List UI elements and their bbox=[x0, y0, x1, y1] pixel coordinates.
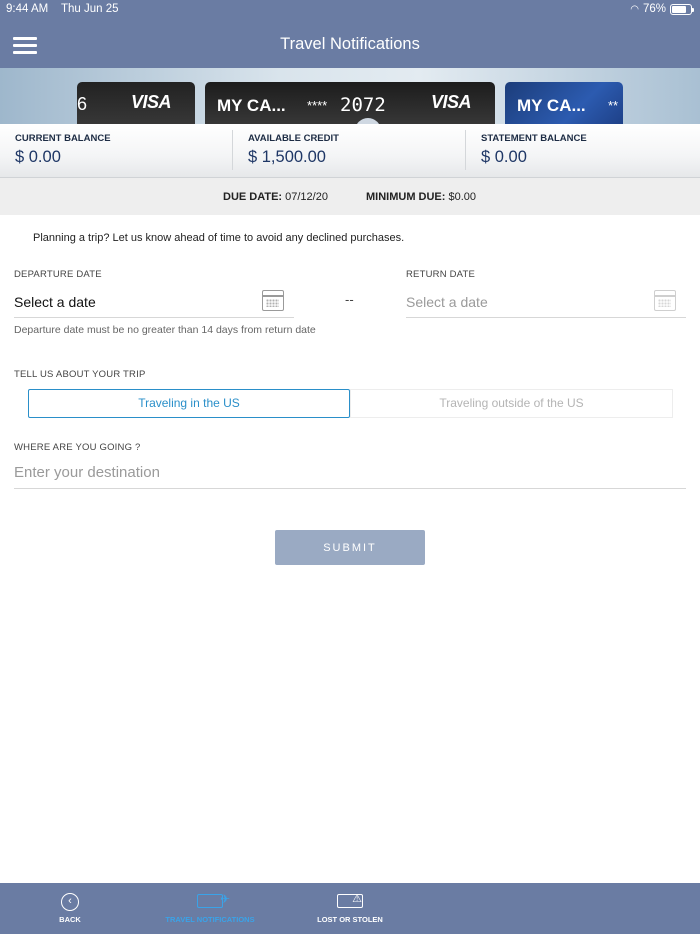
return-date-label: RETURN DATE bbox=[406, 269, 476, 280]
destination-underline bbox=[14, 488, 686, 489]
battery-icon bbox=[670, 3, 694, 15]
departure-calendar-icon[interactable] bbox=[262, 290, 284, 311]
divider bbox=[232, 130, 233, 170]
statement-balance-label: STATEMENT BALANCE bbox=[481, 133, 587, 144]
card-mask: ** bbox=[608, 98, 619, 113]
return-calendar-icon[interactable] bbox=[654, 290, 676, 311]
current-balance-label: CURRENT BALANCE bbox=[15, 133, 111, 144]
tab-lost-label: LOST OR STOLEN bbox=[317, 915, 383, 924]
card-previous[interactable]: 6 VISA bbox=[77, 82, 195, 124]
return-date-field[interactable]: Select a date bbox=[406, 294, 488, 310]
card-mask: **** bbox=[307, 98, 328, 113]
current-balance-value: $ 0.00 bbox=[15, 148, 61, 166]
card-name: MY CA... bbox=[217, 96, 286, 115]
visa-logo: VISA bbox=[431, 92, 472, 112]
travel-card-icon bbox=[197, 892, 230, 908]
wifi-icon: ◠ bbox=[630, 3, 639, 15]
card-warning-icon bbox=[337, 892, 363, 908]
card-carousel[interactable]: 6 VISA MY CA... **** 2072 VISA MY CA... … bbox=[0, 68, 700, 124]
departure-underline bbox=[14, 317, 294, 318]
trip-option-international[interactable]: Traveling outside of the US bbox=[350, 389, 673, 418]
intro-text: Planning a trip? Let us know ahead of ti… bbox=[33, 232, 405, 244]
due-date: DUE DATE: 07/12/20 bbox=[223, 191, 328, 203]
page-title: Travel Notifications bbox=[280, 35, 420, 53]
tab-travel-label: TRAVEL NOTIFICATIONS bbox=[165, 915, 255, 924]
trip-type-label: TELL US ABOUT YOUR TRIP bbox=[14, 369, 146, 380]
battery-percent: 76% bbox=[642, 3, 666, 15]
status-bar: 9:44 AM Thu Jun 25 ◠ 76% bbox=[0, 0, 700, 20]
card-name: MY CA... bbox=[517, 96, 586, 115]
card-selected[interactable]: MY CA... **** 2072 VISA bbox=[205, 82, 495, 124]
back-arrow-icon: ‹ bbox=[61, 893, 79, 911]
destination-input[interactable] bbox=[14, 460, 686, 484]
statement-balance-value: $ 0.00 bbox=[481, 148, 527, 166]
minimum-due-value: $0.00 bbox=[445, 191, 477, 203]
card-number-fragment: 6 bbox=[77, 94, 88, 114]
date-hint: Departure date must be no greater than 1… bbox=[14, 324, 316, 336]
date-separator: -- bbox=[345, 292, 354, 307]
trip-option-domestic[interactable]: Traveling in the US bbox=[28, 389, 350, 418]
submit-button[interactable]: SUBMIT bbox=[275, 530, 425, 565]
return-underline bbox=[406, 317, 686, 318]
visa-logo: VISA bbox=[131, 92, 172, 112]
departure-date-field[interactable]: Select a date bbox=[14, 294, 96, 310]
app-header: 9:44 AM Thu Jun 25 ◠ 76% Travel Notifica… bbox=[0, 0, 700, 68]
tab-lost-or-stolen[interactable]: LOST OR STOLEN bbox=[305, 883, 395, 934]
bottom-tab-bar: ‹ BACK TRAVEL NOTIFICATIONS LOST OR STOL… bbox=[0, 883, 700, 934]
divider bbox=[465, 130, 466, 170]
tab-back-label: BACK bbox=[59, 915, 81, 924]
card-next[interactable]: MY CA... ** bbox=[505, 82, 623, 124]
balance-summary: CURRENT BALANCE $ 0.00 AVAILABLE CREDIT … bbox=[0, 124, 700, 178]
due-info: DUE DATE: 07/12/20 MINIMUM DUE: $0.00 bbox=[0, 178, 700, 215]
departure-date-label: DEPARTURE DATE bbox=[14, 269, 102, 280]
status-time: 9:44 AM bbox=[6, 3, 49, 15]
due-date-value: 07/12/20 bbox=[282, 191, 328, 203]
due-date-label: DUE DATE: bbox=[223, 191, 283, 203]
status-indicators: ◠ 76% bbox=[630, 3, 694, 15]
minimum-due: MINIMUM DUE: $0.00 bbox=[366, 191, 476, 203]
card-last4: 2072 bbox=[340, 94, 386, 116]
destination-label: WHERE ARE YOU GOING ? bbox=[14, 442, 141, 453]
tab-travel-notifications[interactable]: TRAVEL NOTIFICATIONS bbox=[160, 883, 260, 934]
tab-back[interactable]: ‹ BACK bbox=[45, 883, 95, 934]
available-credit-label: AVAILABLE CREDIT bbox=[248, 133, 339, 144]
minimum-due-label: MINIMUM DUE: bbox=[366, 191, 446, 203]
available-credit-value: $ 1,500.00 bbox=[248, 148, 326, 166]
status-date: Thu Jun 25 bbox=[61, 3, 119, 15]
